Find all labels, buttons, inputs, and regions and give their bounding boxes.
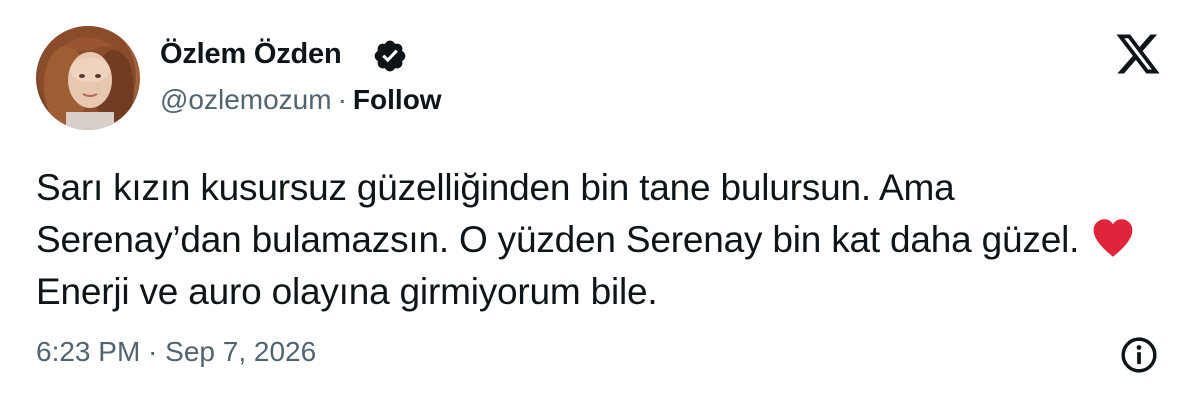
handle-line: @ozlemozum · Follow [160, 84, 442, 116]
tweet-timestamp[interactable]: 6:23 PM · Sep 7, 2026 [36, 336, 316, 368]
x-logo-icon[interactable] [1114, 30, 1162, 78]
tweet-text-part-1: Sarı kızın kusursuz güzelliğinden bin ta… [36, 167, 1080, 260]
info-icon[interactable] [1120, 336, 1158, 374]
tweet-text: Sarı kızın kusursuz güzelliğinden bin ta… [36, 162, 1156, 318]
author-name[interactable]: Özlem Özden [160, 38, 342, 71]
author-handle[interactable]: @ozlemozum [160, 84, 332, 115]
verified-badge-icon [374, 40, 406, 72]
follow-button[interactable]: Follow [353, 84, 442, 115]
avatar[interactable] [36, 26, 140, 130]
red-heart-icon [1093, 219, 1133, 257]
handle-separator: · [337, 84, 347, 115]
tweet-text-part-2: Enerji ve auro olayına girmiyorum bile. [36, 271, 658, 312]
tweet-card: Özlem Özden @ozlemozum · Follow Sarı kızın… [0, 0, 1200, 414]
